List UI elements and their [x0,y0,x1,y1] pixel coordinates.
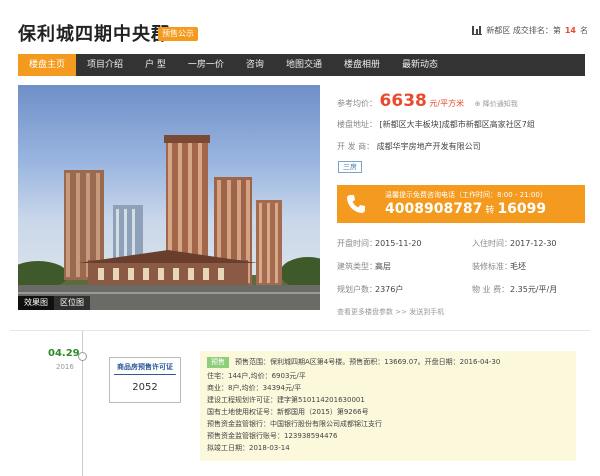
households-label: 规划户数： [337,285,377,294]
decoration-standard: 装修标准：毛坯 [472,261,526,272]
open-date-label: 开盘时间： [337,239,377,248]
nav-home[interactable]: 楼盘主页 [18,54,77,76]
timeline-year: 2016 [56,363,74,371]
price-label: 参考均价： [337,99,377,108]
open-date: 开盘时间：2015-11-20 [337,238,422,249]
price-notify-label: 降价通知我 [482,100,518,108]
rank-suffix: 名 [580,26,588,35]
property-fee-label: 物 业 费： [472,285,510,294]
rank-number: 14 [564,26,576,35]
page-header: 保利城四期中央郡 预售公示 新都区 成交排名：第 14 名 [0,0,600,52]
move-in-date: 入住时间：2017-12-30 [472,238,557,249]
nav-floor-plans[interactable]: 户 型 [134,54,177,76]
presale-certificate[interactable]: 商品房预售许可证 2052 [109,357,181,403]
certificate-title: 商品房预售许可证 [114,362,176,375]
completion-date: 拟竣工日期：2018-03-14 [207,444,290,452]
developer-value: 成都华宇房地产开发有限公司 [376,142,481,151]
nav-latest-news[interactable]: 最新动态 [391,54,449,76]
land-use-cert: 国有土地使用权证号：新都国用（2015）第9266号 [207,408,369,416]
main-nav: 楼盘主页 项目介绍 户 型 一房一价 咨询 地图交通 楼盘相册 最新动态 [18,54,585,76]
certificate-number: 2052 [132,382,158,393]
address-row: 楼盘地址： [新都区大丰板块]成都市新都区高家社区7组 [337,119,535,130]
property-fee: 物 业 费：2.35元/平/月 [472,284,557,295]
section-divider [10,330,590,331]
property-fee-value: 2.35元/平/月 [510,285,558,294]
planning-permit: 建设工程规划许可证：建字第510114201630001 [207,396,365,404]
hotline-hint: 温馨提示免费咨询电话（工作时间：8:00 - 21:00） [385,191,547,199]
presale-scope: 预售 预售范围：保利城四期A区第4号楼。预售面积：13669.07。开盘日期：20… [207,357,500,368]
project-rendering[interactable]: 效果图 区位图 [18,85,320,310]
more-params-link[interactable]: 查看更多楼盘参数 [337,308,393,316]
decoration-label: 装修标准： [472,262,512,271]
rendering-tabs: 效果图 区位图 [18,296,90,310]
developer-label: 开 发 商： [337,142,375,151]
move-in-label: 入住时间： [472,239,512,248]
presale-label: 预售 [207,357,229,368]
hotline-main: 4008908787 [385,201,483,217]
room-type-badge[interactable]: 三房 [338,161,362,173]
planned-households: 规划户数：2376户 [337,284,403,295]
building-type-label: 建筑类型： [337,262,377,271]
timeline-dot [78,352,87,361]
supervising-bank: 预售资金监管银行：中国银行股份有限公司成都锦江支行 [207,420,382,428]
sales-rank: 新都区 成交排名：第 14 名 [472,25,588,36]
hotline-turn: 转 [485,206,495,216]
hotline-number: 4008908787 转 16099 [385,201,546,217]
rank-prefix: 新都区 成交排名：第 [486,26,561,35]
address-value: [新都区大丰板块]成都市新都区高家社区7组 [379,120,535,129]
project-title: 保利城四期中央郡 [18,24,170,45]
nav-photo-album[interactable]: 楼盘相册 [333,54,391,76]
nav-project-intro[interactable]: 项目介绍 [76,54,134,76]
building-illustration [18,135,320,310]
building-type: 建筑类型：高层 [337,261,391,272]
households-value: 2376户 [375,285,404,294]
presale-detail: 预售 预售范围：保利城四期A区第4号楼。预售面积：13669.07。开盘日期：20… [200,351,576,461]
presale-notice-tag[interactable]: 预售公示 [158,27,198,41]
open-date-value: 2015-11-20 [375,239,422,248]
developer-row: 开 发 商： 成都华宇房地产开发有限公司 [337,141,481,152]
send-to-phone-link[interactable]: 发送到手机 [409,308,444,316]
link-separator: >> [395,308,407,316]
phone-icon [347,195,365,213]
move-in-value: 2017-12-30 [510,239,557,248]
more-links: 查看更多楼盘参数 >> 发送到手机 [337,307,444,317]
bell-icon: ⊕ [474,100,481,108]
decoration-value: 毛坯 [510,262,526,271]
price-drop-notify-link[interactable]: ⊕ 降价通知我 [475,100,518,108]
price-value: 6638 [379,91,427,111]
price-unit: 元/平方米 [429,99,465,108]
hotline-box[interactable]: 温馨提示免费咨询电话（工作时间：8:00 - 21:00） 4008908787… [337,185,585,223]
supervising-account: 预售资金监管银行账号：123938594476 [207,432,338,440]
hotline-ext: 16099 [497,201,547,217]
building-type-value: 高层 [375,262,391,271]
tab-effect-image[interactable]: 效果图 [18,296,54,310]
price-row: 参考均价： 6638 元/平方米 ⊕ 降价通知我 [337,91,518,111]
presale-scope-text: 预售范围：保利城四期A区第4号楼。预售面积：13669.07。开盘日期：2016… [235,358,501,366]
nav-map-traffic[interactable]: 地图交通 [275,54,333,76]
address-label: 楼盘地址： [337,120,377,129]
nav-unit-prices[interactable]: 一房一价 [177,54,235,76]
tab-location-map[interactable]: 区位图 [54,296,90,310]
bar-chart-icon [472,26,483,35]
residential-info: 住宅：144户,均价：6903元/平 [207,372,306,380]
nav-consult[interactable]: 咨询 [235,54,275,76]
commercial-info: 商业：8户,均价：34394元/平 [207,384,302,392]
timeline-date: 04.29 [48,348,80,359]
